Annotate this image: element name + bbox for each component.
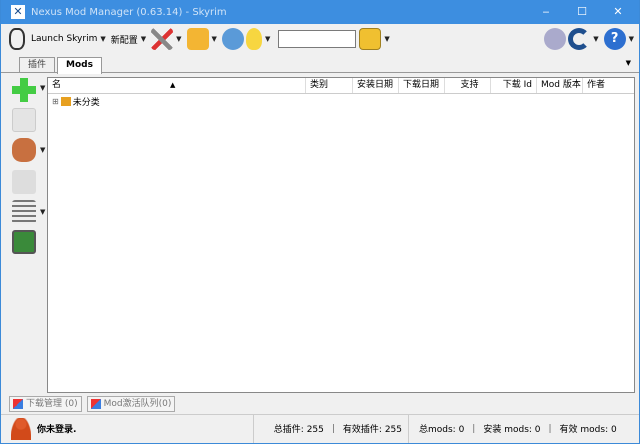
category-edit-icon xyxy=(359,28,382,50)
update-button[interactable]: ▼ xyxy=(568,26,601,52)
export-icon[interactable] xyxy=(12,230,36,254)
toolbar: Launch Skyrim ▼ 新配置 ▼ ▼ ▼ ▼ ▼ ▼ ? ▼ xyxy=(1,24,639,54)
help-button[interactable]: ? ▼ xyxy=(603,26,637,52)
mod-list: 名 ▲ 类别 安装日期 下载日期 支持 下载 Id Mod 版本 作者 ⊞ 未分类 xyxy=(47,77,635,393)
column-category[interactable]: 类别 xyxy=(306,78,353,93)
chevron-down-icon[interactable]: ▼ xyxy=(384,35,389,43)
tab-plugins[interactable]: 插件 xyxy=(19,57,56,73)
gear-icon xyxy=(221,28,244,50)
window-title: Nexus Mod Manager (0.63.14) - Skyrim xyxy=(31,6,227,18)
tips-button[interactable]: ▼ xyxy=(245,26,273,52)
column-install-date[interactable]: 安装日期 xyxy=(353,78,399,93)
search-input[interactable] xyxy=(278,30,357,48)
tools-icon xyxy=(151,28,174,50)
folder-icon xyxy=(60,96,71,106)
tab-strip: 插件 Mods ▼ xyxy=(1,55,639,74)
launch-label: Launch Skyrim xyxy=(31,34,98,44)
main-window: ✕ Nexus Mod Manager (0.63.14) - Skyrim ‒… xyxy=(1,0,639,443)
column-endorsement[interactable]: 支持 xyxy=(445,78,491,93)
skyrim-icon xyxy=(9,28,25,50)
tools-button[interactable]: ▼ xyxy=(151,26,184,52)
active-plugins: 有效插件: 255 xyxy=(342,425,402,435)
queue-icon xyxy=(90,399,101,409)
categories-button[interactable]: ▼ xyxy=(359,26,392,52)
chevron-down-icon[interactable]: ▼ xyxy=(100,35,105,43)
chevron-down-icon[interactable]: ▼ xyxy=(593,35,598,43)
folder-icon xyxy=(186,28,209,50)
chevron-down-icon[interactable]: ▼ xyxy=(141,35,146,43)
help-icon: ? xyxy=(603,28,626,50)
download-icon xyxy=(13,399,23,409)
nmm-logo-icon: ✕ xyxy=(11,5,25,19)
user-avatar-icon[interactable] xyxy=(11,417,31,440)
column-download-id[interactable]: 下载 Id xyxy=(491,78,537,93)
chevron-down-icon[interactable]: ▼ xyxy=(176,35,181,43)
profile-button[interactable]: 新配置 ▼ xyxy=(111,26,149,52)
maximize-button[interactable]: ☐ xyxy=(565,0,599,24)
sort-ascending-icon: ▲ xyxy=(170,81,176,89)
chevron-down-icon[interactable]: ▼ xyxy=(629,35,634,43)
chevron-down-icon[interactable]: ▼ xyxy=(265,35,270,43)
list-view-icon[interactable] xyxy=(12,200,36,224)
close-button[interactable]: ✕ xyxy=(601,0,635,24)
tab-overflow-icon[interactable]: ▼ xyxy=(626,59,631,67)
expand-icon[interactable]: ⊞ xyxy=(52,97,59,106)
installed-mods: 安装 mods: 0 xyxy=(483,425,541,435)
bottom-tabs: 下载管理 (0) Mod激活队列(0) xyxy=(9,396,180,412)
title-bar: ✕ Nexus Mod Manager (0.63.14) - Skyrim ‒… xyxy=(1,0,639,24)
endorse-icon[interactable] xyxy=(12,170,36,194)
profile-label: 新配置 xyxy=(110,35,138,46)
lightbulb-icon xyxy=(245,28,262,50)
chevron-down-icon[interactable]: ▼ xyxy=(40,146,45,154)
online-status-button[interactable] xyxy=(544,26,567,52)
active-mods: 有效 mods: 0 xyxy=(559,425,617,435)
category-row[interactable]: ⊞ 未分类 xyxy=(48,94,634,108)
chevron-down-icon[interactable]: ▼ xyxy=(40,208,45,216)
launch-skyrim-button[interactable]: Launch Skyrim ▼ xyxy=(9,26,109,52)
settings-button[interactable] xyxy=(221,26,244,52)
login-status[interactable]: 你未登录. xyxy=(37,422,253,435)
chevron-down-icon[interactable]: ▼ xyxy=(40,84,45,92)
column-name[interactable]: 名 ▲ xyxy=(48,78,306,93)
globe-icon xyxy=(544,28,567,50)
column-author[interactable]: 作者 xyxy=(583,78,634,93)
mod-actions-sidebar: ▼ ▼ ▼ xyxy=(9,74,47,394)
column-download-date[interactable]: 下载日期 xyxy=(399,78,445,93)
tab-mods[interactable]: Mods xyxy=(57,57,102,74)
tab-activation-queue[interactable]: Mod激活队列(0) xyxy=(86,396,176,412)
total-mods: 总mods: 0 xyxy=(419,425,465,435)
column-mod-version[interactable]: Mod 版本 xyxy=(537,78,583,93)
column-header-row: 名 ▲ 类别 安装日期 下载日期 支持 下载 Id Mod 版本 作者 xyxy=(48,78,634,94)
category-label: 未分类 xyxy=(72,97,100,108)
edit-mod-icon[interactable] xyxy=(12,108,36,132)
minimize-button[interactable]: ‒ xyxy=(529,0,563,24)
open-folder-button[interactable]: ▼ xyxy=(186,26,220,52)
refresh-icon xyxy=(568,28,591,50)
activate-mod-icon[interactable] xyxy=(12,138,36,162)
chevron-down-icon[interactable]: ▼ xyxy=(212,35,217,43)
tab-download-manager[interactable]: 下载管理 (0) xyxy=(9,396,82,412)
total-plugins: 总插件: 255 xyxy=(273,425,324,435)
add-mod-icon[interactable] xyxy=(12,78,36,102)
status-bar: 你未登录. 总插件: 255 | 有效插件: 255 总mods: 0 | 安装 mod… xyxy=(1,414,639,443)
